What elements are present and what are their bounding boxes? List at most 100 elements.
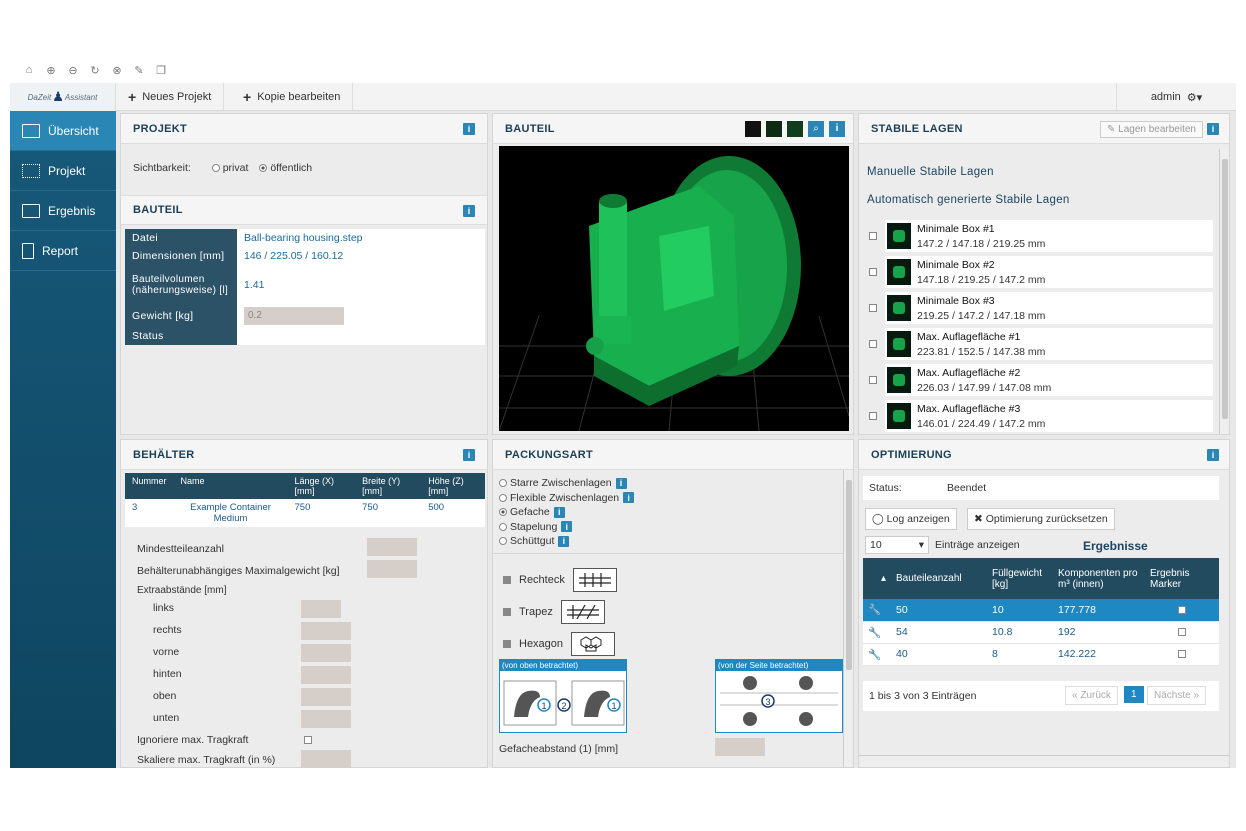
extra-front-input[interactable]	[301, 644, 351, 662]
pattern-hexagon[interactable]: Hexagon	[503, 632, 616, 656]
results-title: Ergebnisse	[1083, 539, 1148, 553]
radio-private[interactable]: privat	[211, 162, 248, 174]
layer-item[interactable]: Max. Auflagefläche #3 146.01 / 224.49 / 1…	[885, 400, 1213, 432]
log-button[interactable]: ◯ Log anzeigen	[865, 508, 957, 530]
next-page-button[interactable]: Nächste »	[1147, 686, 1207, 705]
packing-option[interactable]: Schüttgut i	[499, 534, 634, 549]
x-icon: ✖	[974, 513, 986, 525]
layer-thumbnail	[887, 331, 911, 357]
info-icon[interactable]: i	[463, 205, 475, 217]
svg-text:1: 1	[611, 701, 616, 711]
sidebar-item-uebersicht[interactable]: Übersicht	[10, 111, 116, 151]
info-icon[interactable]: i	[623, 492, 635, 504]
wrench-icon[interactable]: 🔧	[863, 643, 891, 666]
min-parts-input[interactable]	[367, 538, 417, 556]
extra-left-input[interactable]	[301, 600, 341, 618]
col-komponenten[interactable]: Komponenten pro m³ (innen)	[1053, 558, 1145, 599]
wrench-icon[interactable]: 🔧	[863, 599, 891, 622]
layer-checkbox[interactable]	[869, 412, 877, 420]
marker-checkbox[interactable]	[1178, 650, 1186, 659]
info-icon[interactable]: i	[615, 477, 627, 489]
info-icon[interactable]: i	[1207, 123, 1219, 135]
packing-option[interactable]: Starre Zwischenlagen i	[499, 476, 634, 491]
table-row[interactable]: 3 Example Container Medium 750 750 500	[125, 499, 485, 527]
gefache-distance-input[interactable]	[715, 738, 765, 756]
solid-view-icon[interactable]	[787, 121, 803, 137]
edit-copy-button[interactable]: + Kopie bearbeiten	[231, 83, 354, 111]
info-icon[interactable]: i	[1207, 449, 1219, 461]
marker-checkbox[interactable]	[1178, 628, 1186, 637]
wireframe-view-icon[interactable]	[745, 121, 761, 137]
pattern-rechteck[interactable]: Rechteck	[503, 568, 617, 592]
horizontal-scrollbar[interactable]	[859, 755, 1229, 767]
packungsart-panel: PACKUNGSART Starre Zwischenlagen i Flexibl…	[492, 439, 854, 768]
layer-checkbox[interactable]	[869, 304, 877, 312]
edit-icon[interactable]: ✎	[132, 64, 146, 77]
3d-model-viewport[interactable]	[499, 146, 849, 431]
sidebar-item-projekt[interactable]: Projekt	[10, 151, 116, 191]
weight-input[interactable]: 0.2	[244, 307, 344, 325]
layer-item[interactable]: Minimale Box #1 147.2 / 147.18 / 219.25 m…	[885, 220, 1213, 252]
info-icon[interactable]: i	[829, 121, 845, 137]
scrollbar[interactable]	[843, 470, 853, 767]
new-project-button[interactable]: + Neues Projekt	[116, 83, 225, 111]
layer-checkbox[interactable]	[869, 268, 877, 276]
info-icon[interactable]: i	[553, 506, 565, 518]
copy-icon[interactable]: ❐	[154, 64, 168, 77]
table-row[interactable]: 🔧 40 8 142.222	[863, 643, 1219, 666]
zoom-in-icon[interactable]: ⊕	[44, 64, 58, 77]
col-fuellgewicht[interactable]: Füllgewicht [kg]	[987, 558, 1053, 599]
table-row[interactable]: 🔧 50 10 177.778	[863, 599, 1219, 622]
extra-back-input[interactable]	[301, 666, 351, 684]
layer-item[interactable]: Minimale Box #3 219.25 / 147.2 / 147.18 m…	[885, 292, 1213, 324]
close-icon[interactable]: ⊗	[110, 64, 124, 77]
layer-item[interactable]: Max. Auflagefläche #1 223.81 / 152.5 / 14…	[885, 328, 1213, 360]
layer-checkbox[interactable]	[869, 232, 877, 240]
col-marker[interactable]: Ergebnis Marker	[1145, 558, 1219, 599]
person-icon: ♟	[52, 89, 64, 104]
plus-icon: +	[128, 89, 137, 105]
shaded-view-icon[interactable]	[766, 121, 782, 137]
layer-checkbox[interactable]	[869, 376, 877, 384]
pattern-trapez[interactable]: Trapez	[503, 600, 605, 624]
max-weight-input[interactable]	[367, 560, 417, 578]
scrollbar[interactable]	[1219, 149, 1229, 434]
layer-checkbox[interactable]	[869, 340, 877, 348]
radio-public[interactable]: öffentlich	[259, 162, 312, 174]
extra-right-input[interactable]	[301, 622, 351, 640]
info-icon[interactable]: i	[558, 535, 570, 547]
user-menu[interactable]: admin ⚙▾	[1116, 83, 1236, 111]
ignore-capacity-checkbox[interactable]	[304, 736, 312, 744]
info-icon[interactable]: i	[561, 521, 573, 533]
sort-icon[interactable]: ▴	[863, 558, 891, 599]
col-bauteileanzahl[interactable]: Bauteileanzahl	[891, 558, 987, 599]
table-row[interactable]: 🔧 54 10.8 192	[863, 621, 1219, 644]
refresh-icon[interactable]: ↻	[88, 64, 102, 77]
zoom-icon[interactable]: ⌕	[808, 121, 824, 137]
page-1-button[interactable]: 1	[1124, 686, 1144, 703]
extra-top-input[interactable]	[301, 688, 351, 706]
layer-thumbnail	[887, 403, 911, 429]
manual-layers-heading: Manuelle Stabile Lagen	[867, 166, 994, 178]
edit-layers-button[interactable]: ✎ Lagen bearbeiten	[1099, 121, 1203, 138]
packing-option[interactable]: Gefache i	[499, 505, 634, 520]
layer-item[interactable]: Max. Auflagefläche #2 226.03 / 147.99 / 1…	[885, 364, 1213, 396]
prev-page-button[interactable]: « Zurück	[1065, 686, 1118, 705]
packing-option[interactable]: Flexible Zwischenlagen i	[499, 491, 635, 506]
sidebar-item-report[interactable]: Report	[10, 231, 116, 271]
rectangle-pattern-icon	[572, 568, 617, 592]
info-icon[interactable]: i	[463, 449, 475, 461]
scale-capacity-input[interactable]	[301, 750, 351, 768]
wrench-icon[interactable]: 🔧	[863, 621, 891, 644]
layer-item[interactable]: Minimale Box #2 147.18 / 219.25 / 147.2 m…	[885, 256, 1213, 288]
sidebar-item-ergebnis[interactable]: Ergebnis	[10, 191, 116, 231]
marker-checkbox[interactable]	[1178, 605, 1186, 614]
gear-icon: ⚙▾	[1186, 91, 1203, 104]
packing-option[interactable]: Stapelung i	[499, 520, 634, 535]
reset-optimization-button[interactable]: ✖ Optimierung zurücksetzen	[967, 508, 1115, 530]
home-icon[interactable]: ⌂	[22, 64, 36, 77]
zoom-out-icon[interactable]: ⊖	[66, 64, 80, 77]
info-icon[interactable]: i	[463, 123, 475, 135]
page-size-select[interactable]: 10 ▾	[865, 536, 929, 554]
extra-bottom-input[interactable]	[301, 710, 351, 728]
